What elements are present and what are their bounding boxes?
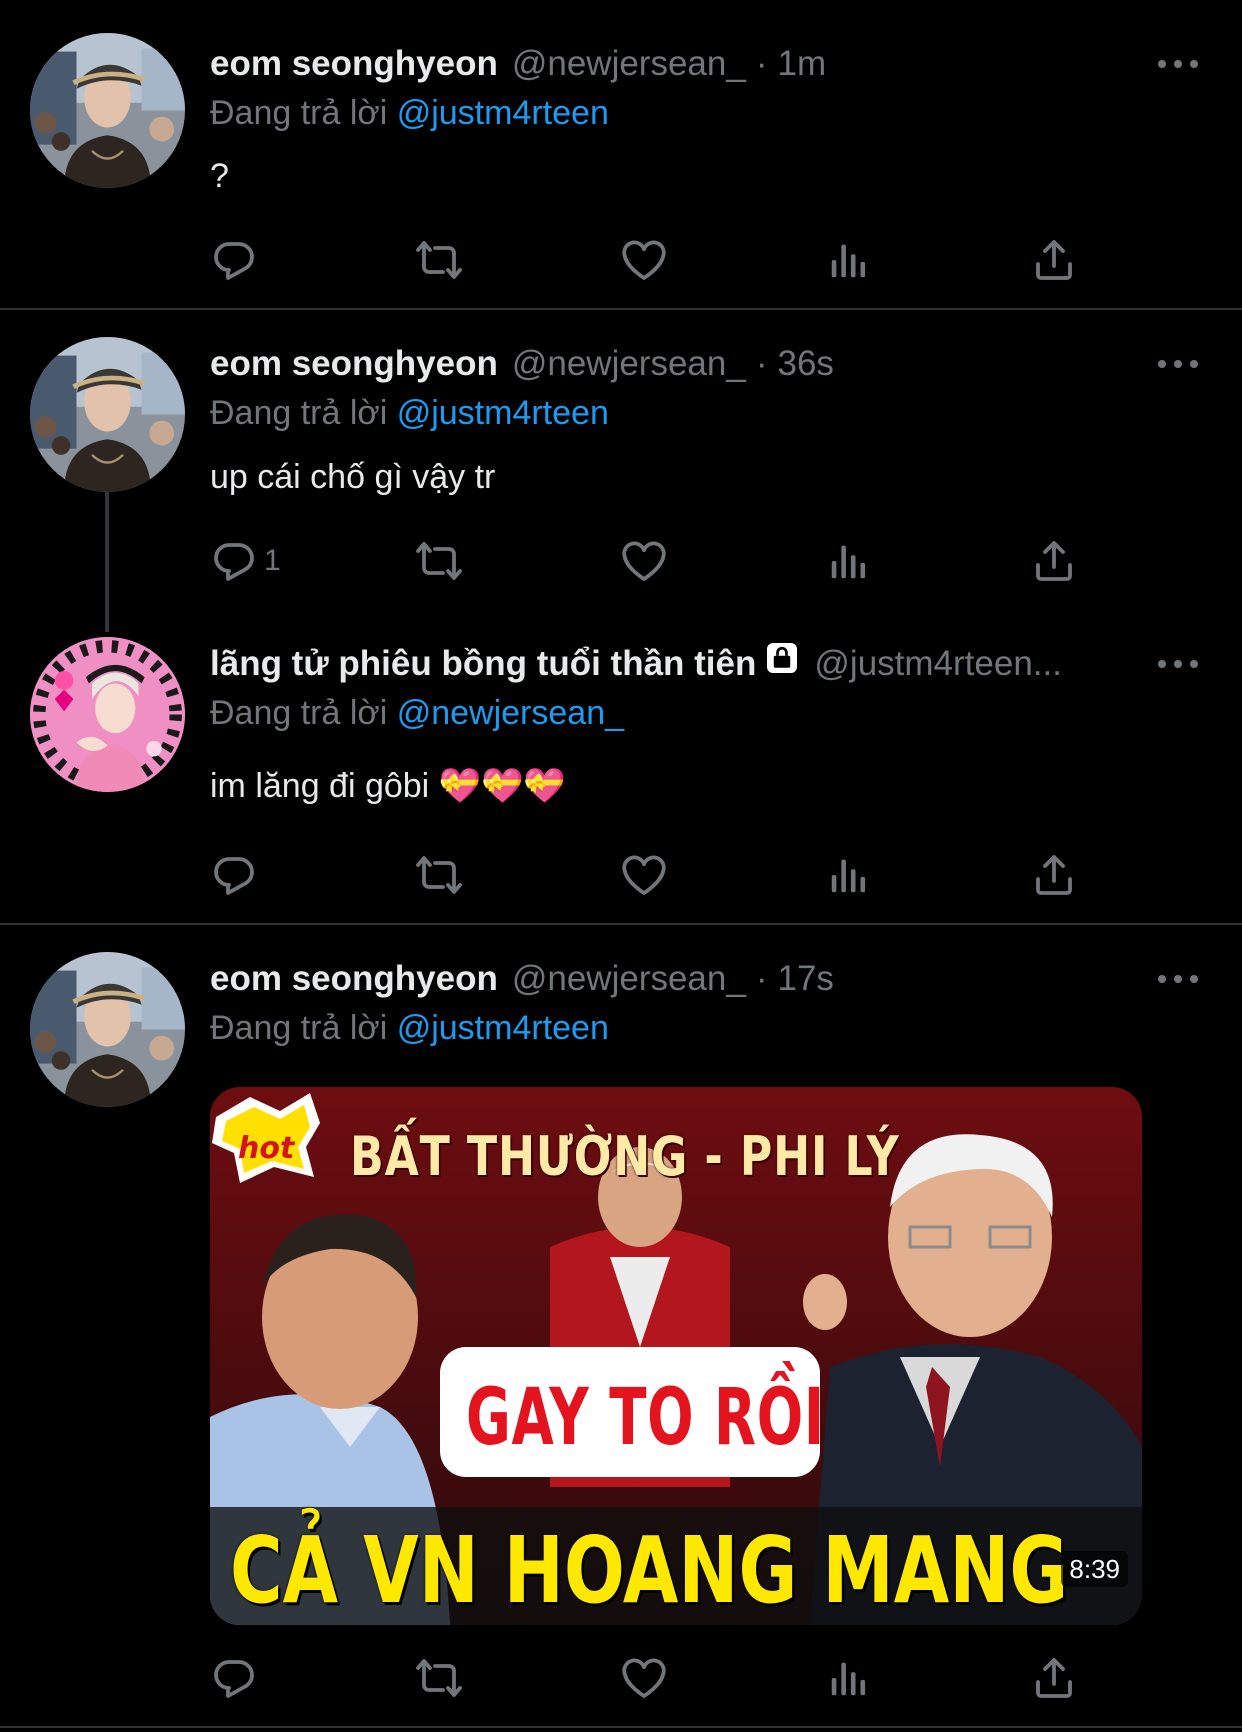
display-name[interactable]: eom seonghyeon <box>210 340 498 388</box>
divider <box>0 1726 1242 1728</box>
retweet-icon <box>414 236 464 284</box>
replying-label: Đang trả lời <box>210 394 397 432</box>
like-button[interactable] <box>620 1653 668 1703</box>
video-thumbnail[interactable]: hot BẤT THƯỜNG - PHI LÝ GAY TO RỒI CẢ VN… <box>210 1087 1142 1625</box>
views-icon <box>826 1654 872 1702</box>
reply-icon <box>210 851 258 899</box>
separator-dot: · <box>755 959 768 998</box>
hot-badge: hot <box>238 1131 295 1166</box>
reply-button[interactable] <box>210 1653 258 1703</box>
display-name[interactable]: eom seonghyeon <box>210 40 498 88</box>
retweet-button[interactable] <box>414 1653 464 1703</box>
share-icon <box>1030 236 1078 284</box>
separator-dot: · <box>755 344 768 383</box>
tweet-header: eom seonghyeon @newjersean_ · 17s <box>210 955 834 1003</box>
views-button[interactable] <box>826 536 872 586</box>
replying-to: Đang trả lời @justm4rteen <box>210 1005 609 1051</box>
share-icon <box>1030 537 1078 585</box>
tweet-actions <box>210 235 1090 285</box>
reply-button[interactable] <box>210 235 258 285</box>
tweet-header: eom seonghyeon @newjersean_ · 36s <box>210 340 834 388</box>
user-handle[interactable]: @newjersean_ <box>512 955 746 1003</box>
avatar[interactable] <box>30 33 185 188</box>
tweet-header: eom seonghyeon @newjersean_ · 1m <box>210 40 826 88</box>
thread-line <box>105 492 109 632</box>
views-icon <box>826 537 872 585</box>
more-options-icon[interactable] <box>1158 54 1198 74</box>
retweet-icon <box>414 1654 464 1702</box>
reply-icon <box>210 537 258 585</box>
like-icon <box>620 1654 668 1702</box>
views-button[interactable] <box>826 850 872 900</box>
like-icon <box>620 236 668 284</box>
views-button[interactable] <box>826 1653 872 1703</box>
tweet-actions: 1 <box>210 536 1090 586</box>
timestamp[interactable]: 36s <box>777 340 833 388</box>
mention-link[interactable]: @newjersean_ <box>397 694 624 732</box>
reply-icon <box>210 236 258 284</box>
divider <box>0 923 1242 925</box>
share-button[interactable] <box>1030 850 1078 900</box>
retweet-icon <box>414 537 464 585</box>
timestamp[interactable]: 1m <box>777 40 826 88</box>
lock-icon <box>764 640 800 689</box>
replying-label: Đang trả lời <box>210 694 397 732</box>
share-icon <box>1030 851 1078 899</box>
tweet-text: up cái chố gì vậy tr <box>210 458 496 496</box>
more-options-icon[interactable] <box>1158 354 1198 374</box>
replying-label: Đang trả lời <box>210 94 397 132</box>
like-button[interactable] <box>620 235 668 285</box>
tweet-actions <box>210 1653 1090 1703</box>
divider <box>0 308 1242 310</box>
replying-label: Đang trả lời <box>210 1009 397 1047</box>
reply-button[interactable] <box>210 850 258 900</box>
avatar[interactable] <box>30 337 185 492</box>
mention-link[interactable]: @justm4rteen <box>397 94 609 132</box>
like-button[interactable] <box>620 536 668 586</box>
video-duration: 8:39 <box>1061 1551 1128 1587</box>
user-handle[interactable]: @newjersean_ <box>512 40 746 88</box>
retweet-icon <box>414 851 464 899</box>
thumbnail-headline-middle: GAY TO RỒI <box>466 1373 825 1463</box>
tweet-header: lãng tử phiêu bồng tuổi thần tiên @justm… <box>210 640 1062 688</box>
thumbnail-headline-top: BẤT THƯỜNG - PHI LÝ <box>350 1125 900 1188</box>
reply-icon <box>210 1654 258 1702</box>
views-icon <box>826 236 872 284</box>
like-button[interactable] <box>620 850 668 900</box>
share-button[interactable] <box>1030 536 1078 586</box>
avatar[interactable] <box>30 952 185 1107</box>
like-icon <box>620 851 668 899</box>
like-icon <box>620 537 668 585</box>
retweet-button[interactable] <box>414 536 464 586</box>
share-icon <box>1030 1654 1078 1702</box>
user-handle[interactable]: @newjersean_ <box>512 340 746 388</box>
share-button[interactable] <box>1030 1653 1078 1703</box>
avatar[interactable] <box>30 637 185 792</box>
replying-to: Đang trả lời @newjersean_ <box>210 690 624 736</box>
reply-button[interactable]: 1 <box>210 536 281 586</box>
timestamp[interactable]: 17s <box>777 955 833 1003</box>
mention-link[interactable]: @justm4rteen <box>397 394 609 432</box>
replying-to: Đang trả lời @justm4rteen <box>210 390 609 436</box>
retweet-button[interactable] <box>414 235 464 285</box>
thumbnail-headline-bottom: CẢ VN HOANG MANG <box>230 1517 1069 1624</box>
views-icon <box>826 851 872 899</box>
more-options-icon[interactable] <box>1158 654 1198 674</box>
more-options-icon[interactable] <box>1158 969 1198 989</box>
tweet-actions <box>210 850 1090 900</box>
display-name[interactable]: lãng tử phiêu bồng tuổi thần tiên <box>210 640 756 688</box>
tweet-text: ? <box>210 157 229 195</box>
tweet-text: im lăng đi gôbi 💝💝💝 <box>210 767 566 805</box>
user-handle[interactable]: @justm4rteen... <box>814 640 1062 688</box>
retweet-button[interactable] <box>414 850 464 900</box>
separator-dot: · <box>755 44 768 83</box>
share-button[interactable] <box>1030 235 1078 285</box>
reply-count: 1 <box>264 544 281 577</box>
mention-link[interactable]: @justm4rteen <box>397 1009 609 1047</box>
views-button[interactable] <box>826 235 872 285</box>
replying-to: Đang trả lời @justm4rteen <box>210 90 609 136</box>
display-name[interactable]: eom seonghyeon <box>210 955 498 1003</box>
